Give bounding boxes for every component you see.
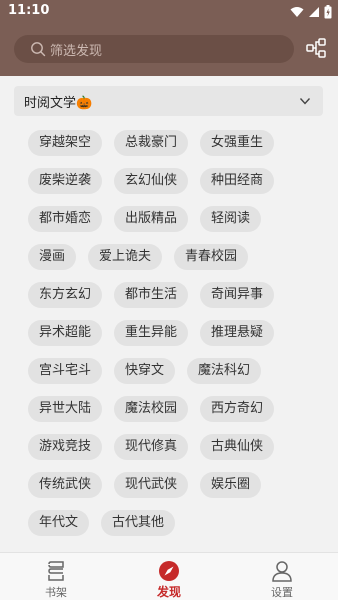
- category-tag[interactable]: 轻阅读: [200, 206, 262, 232]
- category-tag[interactable]: 总裁豪门: [114, 130, 189, 156]
- category-tag[interactable]: 青春校园: [174, 244, 249, 270]
- wifi-icon: [290, 7, 304, 17]
- bottom-nav: 书架 发现 设置: [0, 552, 338, 600]
- category-tag[interactable]: 古代其他: [101, 510, 176, 536]
- category-tag[interactable]: 现代修真: [114, 434, 189, 460]
- category-tag[interactable]: 穿越架空: [28, 130, 103, 156]
- signal-icon: [309, 7, 319, 17]
- nav-settings[interactable]: 设置: [252, 553, 312, 600]
- category-tag[interactable]: 快穿文: [114, 358, 176, 384]
- category-tag[interactable]: 种田经商: [200, 168, 275, 194]
- status-time: 11:10: [8, 3, 50, 18]
- category-tag[interactable]: 都市婚恋: [28, 206, 103, 232]
- category-tag[interactable]: 异世大陆: [28, 396, 103, 422]
- category-tag[interactable]: 游戏竞技: [28, 434, 103, 460]
- search-bar[interactable]: 筛选发现: [14, 35, 294, 63]
- category-tag[interactable]: 奇闻异事: [200, 282, 275, 308]
- category-tag[interactable]: 废柴逆袭: [28, 168, 103, 194]
- category-tag[interactable]: 东方玄幻: [28, 282, 103, 308]
- category-tag[interactable]: 重生异能: [114, 320, 189, 346]
- nav-settings-label: 设置: [271, 586, 293, 599]
- category-tag[interactable]: 爱上诡夫: [88, 244, 163, 270]
- category-tag[interactable]: 玄幻仙侠: [114, 168, 189, 194]
- category-tag[interactable]: 漫画: [28, 244, 77, 270]
- nav-bookshelf[interactable]: 书架: [26, 553, 86, 600]
- category-tag[interactable]: 异术超能: [28, 320, 103, 346]
- category-tag[interactable]: 宫斗宅斗: [28, 358, 103, 384]
- category-tag[interactable]: 现代武侠: [114, 472, 189, 498]
- status-icons: [290, 4, 332, 20]
- nav-bookshelf-label: 书架: [45, 586, 67, 599]
- discover-content: 时阅文学🎃 穿越架空 总裁豪门 女强重生废柴逆袭 玄幻仙侠 种田经商都市婚恋 出版精品 轻阅…: [0, 76, 338, 552]
- status-bar: 11:10: [0, 0, 338, 24]
- search-icon: [31, 42, 46, 57]
- category-tag[interactable]: 女强重生: [200, 130, 275, 156]
- category-tag[interactable]: 古典仙侠: [200, 434, 275, 460]
- nav-discover-label: 发现: [156, 585, 181, 599]
- category-tag[interactable]: 魔法校园: [114, 396, 189, 422]
- category-tag[interactable]: 传统武侠: [28, 472, 103, 498]
- category-tag[interactable]: 西方奇幻: [200, 396, 275, 422]
- category-tag[interactable]: 都市生活: [114, 282, 189, 308]
- bookshelf-icon: [48, 561, 64, 581]
- source-dropdown[interactable]: 时阅文学🎃: [14, 86, 323, 116]
- category-tag[interactable]: 魔法科幻: [187, 358, 262, 384]
- compass-icon: [159, 561, 179, 581]
- category-tag[interactable]: 出版精品: [114, 206, 189, 232]
- chevron-down-icon: [299, 98, 311, 105]
- category-tag[interactable]: 年代文: [28, 510, 90, 536]
- category-tree-icon[interactable]: [306, 38, 326, 58]
- category-tags: 穿越架空 总裁豪门 女强重生废柴逆袭 玄幻仙侠 种田经商都市婚恋 出版精品 轻阅读漫画 爱上诡…: [28, 130, 318, 536]
- search-placeholder: 筛选发现: [50, 44, 103, 59]
- category-tag[interactable]: 娱乐圈: [200, 472, 262, 498]
- header-bar: 11:10 筛选发现: [0, 0, 338, 76]
- user-icon: [272, 561, 292, 582]
- dropdown-selected: 时阅文学🎃: [24, 96, 93, 111]
- category-tag[interactable]: 推理悬疑: [200, 320, 275, 346]
- nav-discover[interactable]: 发现: [139, 553, 199, 600]
- battery-icon: [324, 5, 332, 19]
